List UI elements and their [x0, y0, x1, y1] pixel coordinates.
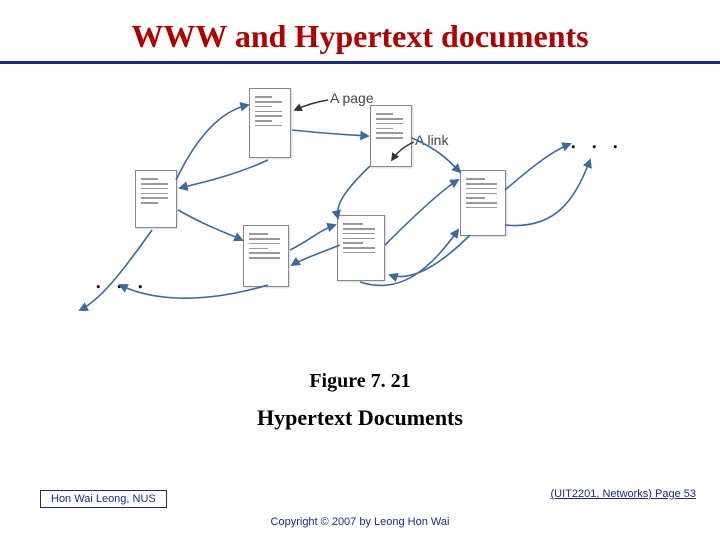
figure-number: Figure 7. 21: [0, 370, 720, 393]
slide-title: WWW and Hypertext documents: [0, 0, 720, 55]
figure-caption: Hypertext Documents: [0, 405, 720, 431]
annotation-link-label: A link: [415, 132, 448, 148]
diagram-page: [460, 170, 506, 236]
ellipsis-right-icon: . . .: [570, 125, 623, 155]
title-rule: [0, 61, 720, 64]
link-arrows: [0, 70, 720, 350]
ellipsis-left-icon: . . .: [95, 265, 148, 295]
course-reference: (UIT2201, Networks) Page 53: [550, 488, 696, 500]
copyright-text: Copyright © 2007 by Leong Hon Wai: [0, 516, 720, 528]
annotation-page-label: A page: [330, 90, 374, 106]
diagram-page: [243, 225, 289, 287]
hypertext-diagram: A page A link . . . . . .: [0, 70, 720, 350]
diagram-page: [370, 105, 412, 167]
diagram-page: [337, 215, 385, 281]
diagram-page: [135, 170, 177, 228]
author-box: Hon Wai Leong, NUS: [40, 490, 167, 508]
diagram-page: [249, 88, 291, 158]
